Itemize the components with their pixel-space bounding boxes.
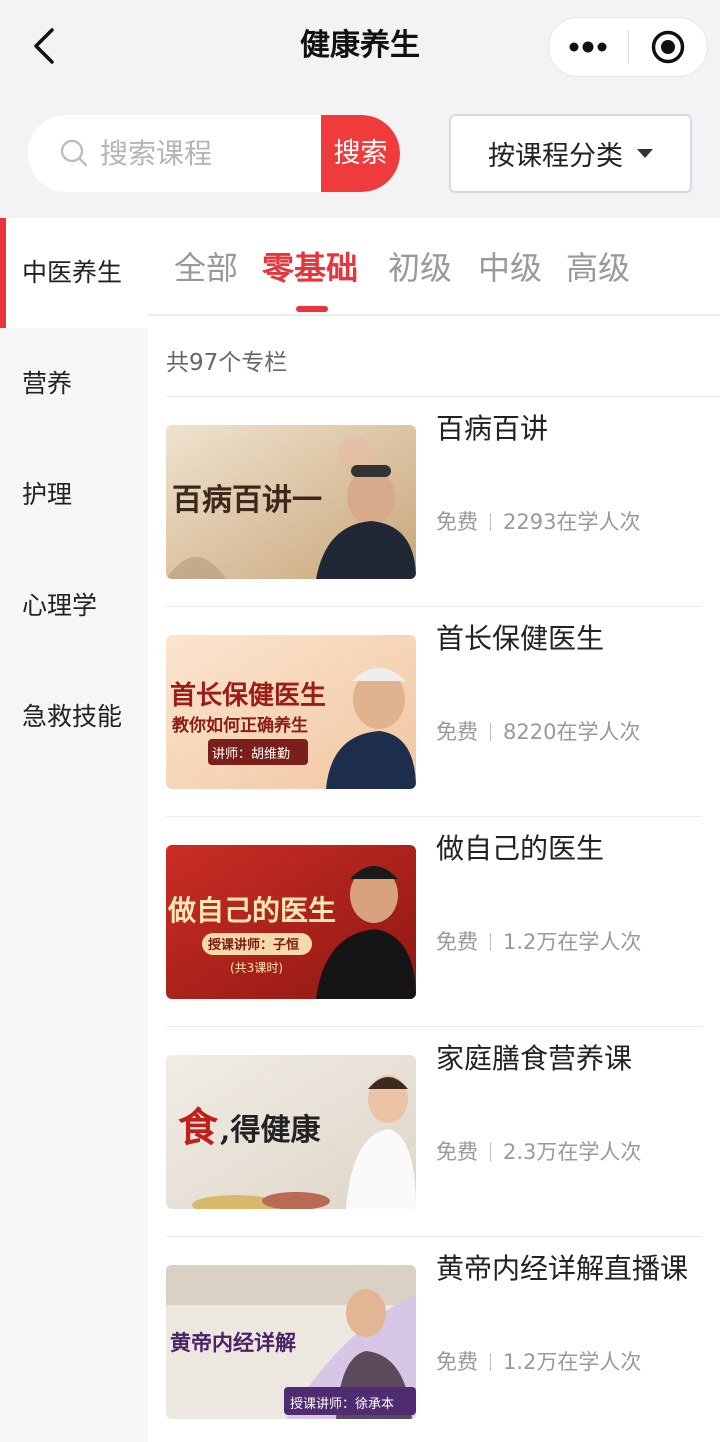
thumbnail-teacher: 讲师：胡维勤 — [212, 747, 291, 762]
course-item[interactable]: 百病百讲一 百病百讲 免费 2293在学人次 — [166, 397, 720, 607]
sidebar-item-nursing[interactable]: 护理 — [0, 440, 148, 550]
active-tab-indicator — [296, 306, 328, 312]
course-price: 免费 — [436, 720, 478, 744]
category-dropdown-label: 按课程分类 — [488, 141, 623, 172]
thumbnail-headline: 黄帝内经详解 — [170, 1330, 296, 1355]
thumbnail-teacher: (共3课时) — [230, 961, 283, 975]
search-icon — [60, 139, 88, 167]
course-title: 家庭膳食营养课 — [436, 1042, 633, 1075]
course-thumbnail: 食 ,得健康 — [166, 1055, 416, 1209]
course-title: 首长保健医生 — [436, 622, 605, 655]
course-price: 免费 — [436, 930, 478, 954]
tab-beginner[interactable]: 初级 — [388, 243, 452, 293]
course-price: 免费 — [436, 510, 478, 534]
course-thumbnail: 百病百讲一 — [166, 425, 416, 579]
course-learners: 2.3万在学人次 — [503, 1140, 642, 1164]
sidebar-item-nutrition[interactable]: 营养 — [0, 329, 148, 439]
thumbnail-headline: 做自己的医生 — [168, 894, 337, 927]
thumbnail-headline-accent: 食 — [178, 1104, 218, 1151]
course-meta: 免费 1.2万在学人次 — [436, 925, 641, 959]
main-content: 全部 零基础 初级 中级 高级 共97个专栏 百病百讲一 百病百讲 免费 2293… — [148, 218, 720, 1442]
thumbnail-subline: 教你如何正确养生 — [172, 716, 308, 736]
tab-all[interactable]: 全部 — [174, 243, 238, 293]
thumbnail-headline: ,得健康 — [220, 1113, 321, 1148]
search-input[interactable]: 搜索课程 — [100, 115, 212, 192]
course-title: 百病百讲 — [436, 412, 549, 445]
caret-down-icon — [637, 149, 653, 158]
thumbnail-subline: 授课讲师：子恒 — [208, 938, 300, 953]
course-learners: 8220在学人次 — [503, 720, 641, 744]
course-item[interactable]: 做自己的医生 授课讲师：子恒 (共3课时) 做自己的医生 免费 1.2万在学人次 — [166, 817, 720, 1027]
thumbnail-teacher: 授课讲师：徐承本 — [290, 1397, 395, 1412]
sidebar-item-psychology[interactable]: 心理学 — [0, 551, 148, 661]
course-item[interactable]: 黄帝内经详解 授课讲师：徐承本 黄帝内经详解直播课 免费 1.2万在学人次 — [166, 1237, 720, 1442]
thumbnail-headline: 首长保健医生 — [170, 681, 327, 711]
tab-advanced[interactable]: 高级 — [566, 243, 630, 293]
more-button[interactable] — [549, 17, 628, 77]
course-meta: 免费 2.3万在学人次 — [436, 1135, 641, 1169]
course-learners: 1.2万在学人次 — [503, 1350, 642, 1374]
course-thumbnail: 首长保健医生 教你如何正确养生 讲师：胡维勤 — [166, 635, 416, 789]
course-thumbnail: 做自己的医生 授课讲师：子恒 (共3课时) — [166, 845, 416, 999]
course-meta: 免费 8220在学人次 — [436, 715, 640, 749]
tabs-divider — [148, 314, 720, 316]
meta-separator — [490, 723, 491, 741]
course-learners: 2293在学人次 — [503, 510, 641, 534]
course-price: 免费 — [436, 1140, 478, 1164]
search-box[interactable]: 搜索课程 搜索 — [28, 115, 400, 192]
tab-intermediate[interactable]: 中级 — [478, 243, 542, 293]
course-meta: 免费 2293在学人次 — [436, 505, 640, 539]
tab-zero-basis[interactable]: 零基础 — [262, 243, 358, 293]
close-mini-program-button[interactable] — [629, 17, 708, 77]
course-title: 做自己的医生 — [436, 832, 605, 865]
meta-separator — [490, 933, 491, 951]
course-thumbnail: 黄帝内经详解 授课讲师：徐承本 — [166, 1265, 416, 1419]
course-meta: 免费 1.2万在学人次 — [436, 1345, 641, 1379]
thumbnail-headline: 百病百讲一 — [172, 483, 322, 518]
course-price: 免费 — [436, 1350, 478, 1374]
meta-separator — [490, 513, 491, 531]
category-sidebar: 中医养生 营养 护理 心理学 急救技能 — [0, 218, 148, 1442]
more-dots-icon — [569, 41, 607, 53]
meta-separator — [490, 1143, 491, 1161]
meta-separator — [490, 1353, 491, 1371]
category-dropdown[interactable]: 按课程分类 — [449, 114, 692, 193]
course-learners: 1.2万在学人次 — [503, 930, 642, 954]
sidebar-item-first-aid[interactable]: 急救技能 — [0, 662, 148, 772]
search-button[interactable]: 搜索 — [321, 115, 400, 192]
course-item[interactable]: 食 ,得健康 家庭膳食营养课 免费 2.3万在学人次 — [166, 1027, 720, 1237]
course-item[interactable]: 首长保健医生 教你如何正确养生 讲师：胡维勤 首长保健医生 免费 8220在学人次 — [166, 607, 720, 817]
mini-program-capsule — [548, 17, 708, 77]
column-count: 共97个专栏 — [166, 350, 288, 376]
target-circle-icon — [651, 30, 684, 64]
sidebar-item-tcm[interactable]: 中医养生 — [0, 218, 148, 328]
course-title: 黄帝内经详解直播课 — [436, 1252, 689, 1285]
